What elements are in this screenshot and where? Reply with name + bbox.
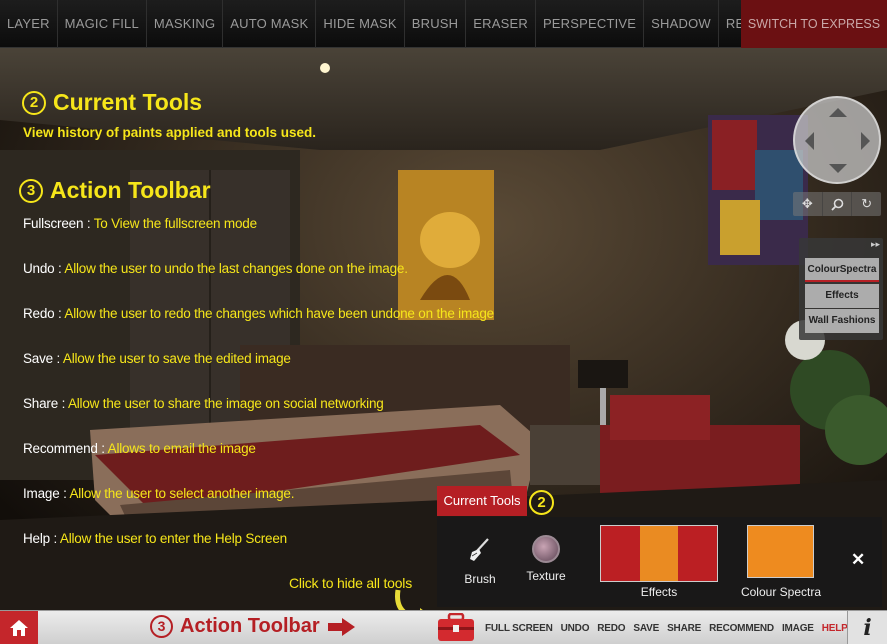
- switch-to-express-button[interactable]: SWITCH TO EXPRESS: [741, 0, 887, 48]
- effects-label: Effects: [640, 585, 678, 599]
- close-icon[interactable]: ✕: [851, 550, 865, 570]
- pan-up-arrow-icon[interactable]: [829, 108, 847, 117]
- help-term: Recommend :: [23, 441, 105, 456]
- current-tools-title: Current Tools: [53, 89, 203, 115]
- tool-shadow[interactable]: SHADOW: [644, 0, 719, 48]
- side-panel: ▸▸ ColourSpectra Effects Wall Fashions: [799, 238, 883, 340]
- help-item-save: Save : Allow the user to save the edited…: [23, 351, 291, 366]
- action-items: FULL SCREEN UNDO REDO SAVE SHARE RECOMME…: [485, 611, 856, 644]
- help-desc: Allow the user to undo the last changes …: [64, 261, 408, 276]
- help-desc: Allow the user to share the image on soc…: [67, 396, 384, 411]
- collapse-panel-icon[interactable]: ▸▸: [871, 239, 880, 250]
- help-item-recommend: Recommend : Allows to email the image: [23, 441, 256, 456]
- help-item-share: Share : Allow the user to share the imag…: [23, 396, 384, 411]
- colour-spectra-button[interactable]: ColourSpectra: [805, 258, 879, 282]
- current-tools-tab[interactable]: Current Tools: [437, 486, 527, 516]
- colour-spectra-swatch[interactable]: [747, 525, 814, 578]
- help-term: Share :: [23, 396, 66, 411]
- help-term: Redo :: [23, 306, 62, 321]
- action-toolbar-callout-text: Action Toolbar: [180, 615, 320, 637]
- info-icon[interactable]: i: [847, 611, 887, 644]
- brush-icon: [468, 538, 492, 566]
- current-texture-tool[interactable]: Texture: [521, 535, 571, 583]
- tool-brush[interactable]: BRUSH: [405, 0, 467, 48]
- image-button[interactable]: IMAGE: [782, 623, 814, 634]
- tool-masking[interactable]: MASKING: [147, 0, 224, 48]
- current-tools-heading: 2 Current Tools: [22, 89, 202, 116]
- zoom-icon[interactable]: [823, 192, 853, 216]
- texture-label: Texture: [526, 569, 566, 583]
- step-number-badge: 2: [22, 90, 46, 115]
- step-number-badge: 2: [529, 490, 554, 515]
- pan-left-arrow-icon[interactable]: [805, 132, 814, 150]
- effects-button[interactable]: Effects: [805, 284, 879, 308]
- action-toolbar-heading: 3 Action Toolbar: [19, 177, 211, 204]
- toolbox-toggle-button[interactable]: [436, 612, 476, 644]
- redo-button[interactable]: REDO: [597, 623, 625, 634]
- current-tools-description: View history of paints applied and tools…: [23, 125, 317, 140]
- pan-down-arrow-icon[interactable]: [829, 164, 847, 173]
- step-number-badge: 3: [19, 178, 43, 203]
- top-toolbar: LAYER MAGIC FILL MASKING AUTO MASK HIDE …: [0, 0, 887, 48]
- view-tools: ✥ ↻: [793, 192, 881, 216]
- save-button[interactable]: SAVE: [633, 623, 659, 634]
- help-desc: Allow the user to enter the Help Screen: [59, 531, 287, 546]
- pan-navigation-pad[interactable]: [793, 96, 881, 184]
- help-button[interactable]: HELP: [822, 623, 848, 634]
- swatch-stripe: [678, 526, 718, 581]
- effects-color-swatch[interactable]: [600, 525, 718, 582]
- texture-swatch: [532, 535, 560, 563]
- swatch-stripe: [639, 526, 679, 581]
- help-desc: Allow the user to select another image.: [69, 486, 295, 501]
- tool-magic-fill[interactable]: MAGIC FILL: [58, 0, 147, 48]
- colour-spectra-label: Colour Spectra: [740, 585, 822, 599]
- home-button[interactable]: [0, 611, 38, 644]
- tool-perspective[interactable]: PERSPECTIVE: [536, 0, 645, 48]
- top-tools-list: LAYER MAGIC FILL MASKING AUTO MASK HIDE …: [0, 0, 779, 48]
- fullscreen-button[interactable]: FULL SCREEN: [485, 623, 553, 634]
- wall-fashions-button[interactable]: Wall Fashions: [805, 309, 879, 333]
- home-icon: [10, 620, 28, 636]
- pan-right-arrow-icon[interactable]: [861, 132, 870, 150]
- current-tools-panel: Brush Texture Effects Colour Spectra ✕: [437, 517, 882, 607]
- help-item-image: Image : Allow the user to select another…: [23, 486, 294, 501]
- tool-layer[interactable]: LAYER: [0, 0, 58, 48]
- help-desc: Allow the user to redo the changes which…: [64, 306, 494, 321]
- brush-label: Brush: [464, 572, 496, 586]
- undo-button[interactable]: UNDO: [561, 623, 590, 634]
- tool-eraser[interactable]: ERASER: [466, 0, 536, 48]
- toolbox-icon: [438, 612, 474, 641]
- step-number-badge: 3: [150, 615, 173, 638]
- help-term: Save :: [23, 351, 61, 366]
- right-arrow-icon: [327, 617, 355, 636]
- help-term: Help :: [23, 531, 58, 546]
- help-desc: Allows to email the image: [107, 441, 256, 456]
- help-item-undo: Undo : Allow the user to undo the last c…: [23, 261, 408, 276]
- tool-auto-mask[interactable]: AUTO MASK: [223, 0, 317, 48]
- help-term: Undo :: [23, 261, 62, 276]
- move-icon[interactable]: ✥: [793, 192, 823, 216]
- help-item-help: Help : Allow the user to enter the Help …: [23, 531, 287, 546]
- tool-hide-mask[interactable]: HIDE MASK: [316, 0, 405, 48]
- current-brush-tool[interactable]: Brush: [457, 537, 503, 586]
- help-term: Image :: [23, 486, 67, 501]
- action-toolbar: 3 Action Toolbar FULL SCREEN UNDO REDO S…: [0, 610, 887, 644]
- rotate-icon[interactable]: ↻: [852, 192, 881, 216]
- recommend-button[interactable]: RECOMMEND: [709, 623, 774, 634]
- swatch-stripe: [601, 526, 640, 581]
- action-toolbar-callout: 3 Action Toolbar: [150, 615, 356, 638]
- action-toolbar-title: Action Toolbar: [50, 177, 211, 203]
- help-item-redo: Redo : Allow the user to redo the change…: [23, 306, 494, 321]
- help-item-fullscreen: Fullscreen : To View the fullscreen mode: [23, 216, 257, 231]
- help-desc: Allow the user to save the edited image: [62, 351, 291, 366]
- share-button[interactable]: SHARE: [667, 623, 701, 634]
- help-desc: To View the fullscreen mode: [93, 216, 257, 231]
- help-term: Fullscreen :: [23, 216, 91, 231]
